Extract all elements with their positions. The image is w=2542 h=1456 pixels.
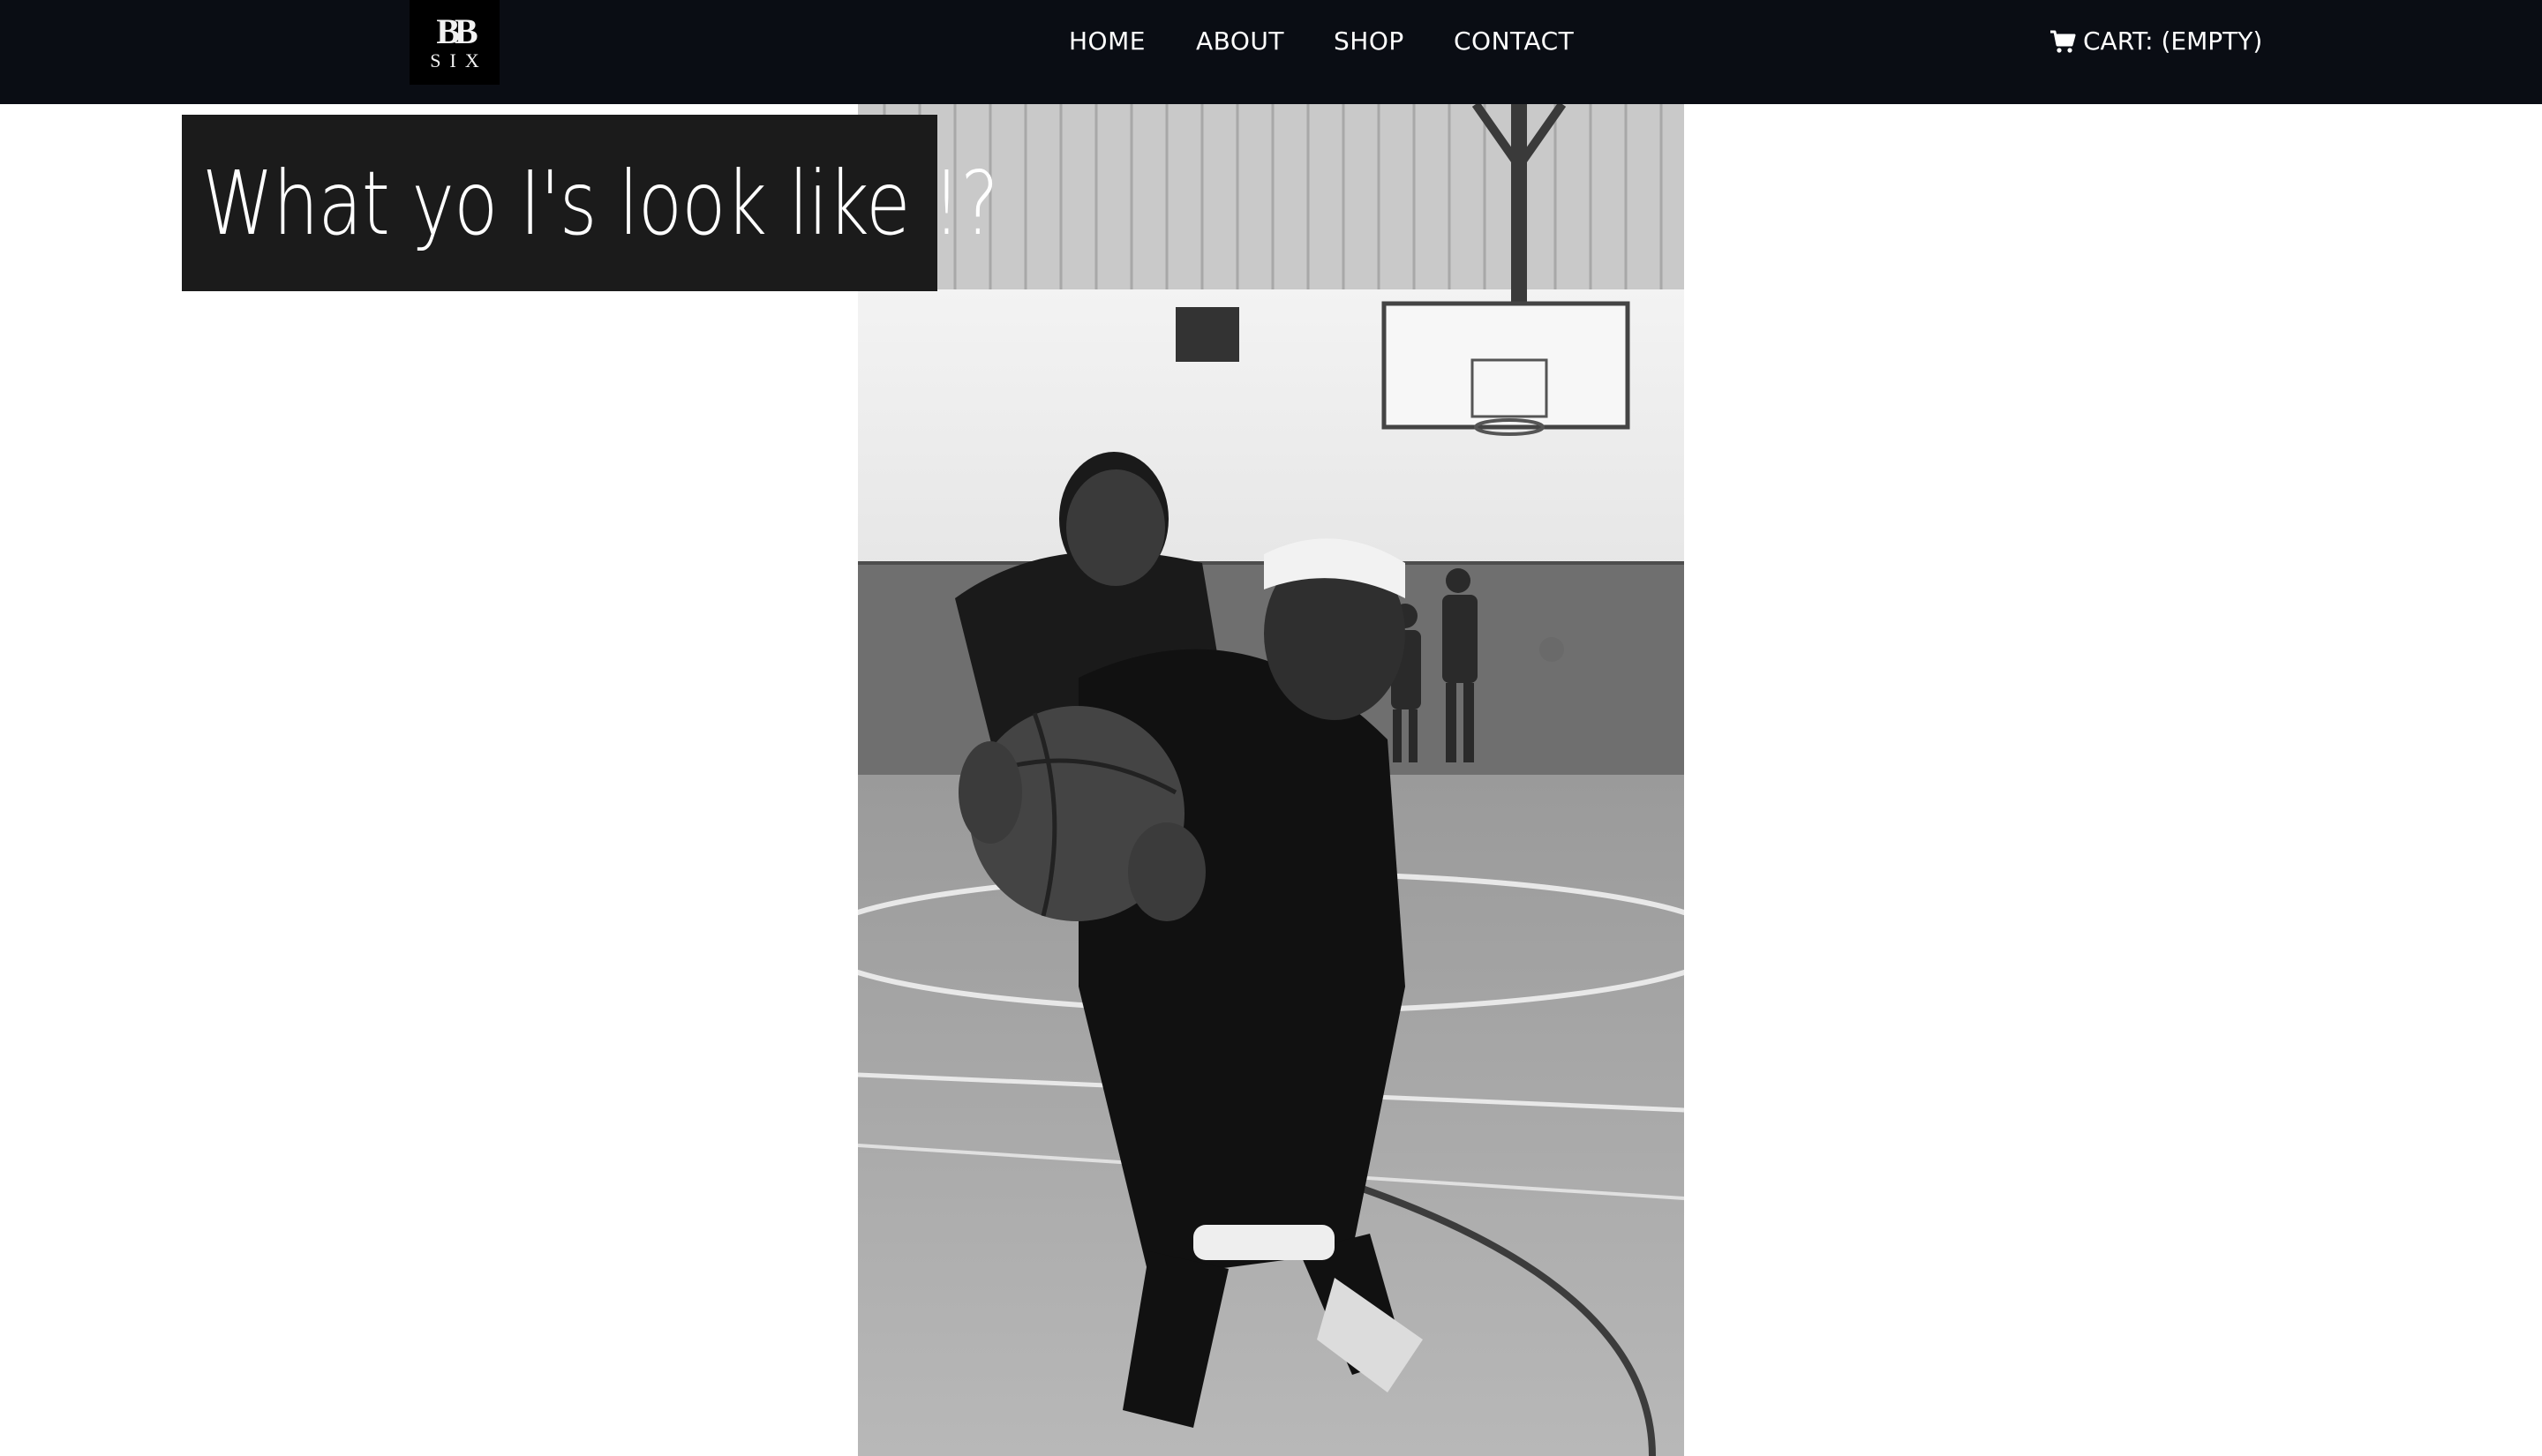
nav-shop-link[interactable]: SHOP (1334, 26, 1404, 56)
basketball-video[interactable] (858, 104, 1684, 1456)
nav-about-link[interactable]: ABOUT (1196, 26, 1284, 56)
site-header: BB SIX HOME ABOUT SHOP CONTACT CART: (EM… (0, 0, 2542, 104)
hero-caption: What yo I's look like !? (182, 115, 999, 291)
caption-text: What yo I's look like !? (201, 151, 999, 255)
page: BB SIX HOME ABOUT SHOP CONTACT CART: (EM… (0, 0, 2542, 1456)
nav-home-link[interactable]: HOME (1069, 26, 1146, 56)
shopping-cart-icon (2049, 29, 2076, 54)
cart-label: CART: (EMPTY) (2083, 26, 2263, 56)
cart-link[interactable]: CART: (EMPTY) (2049, 26, 2262, 56)
nav-contact-link[interactable]: CONTACT (1454, 26, 1574, 56)
